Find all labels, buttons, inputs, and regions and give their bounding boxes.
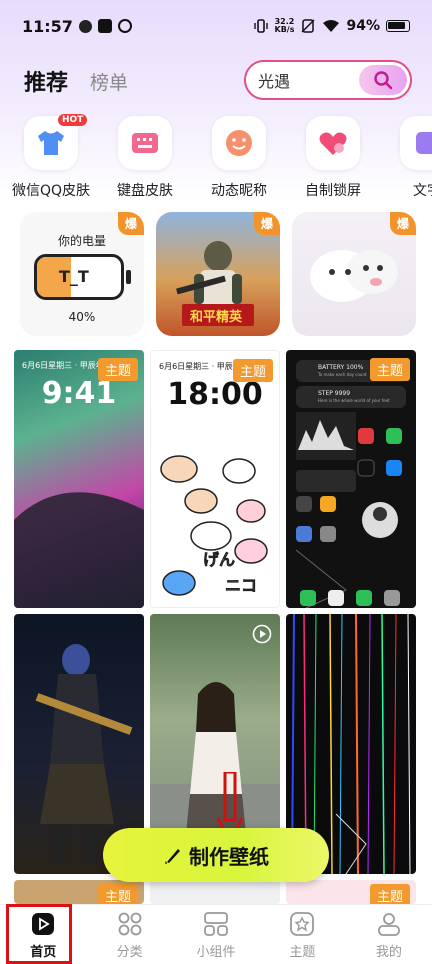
phone-home-screen-image	[295, 412, 402, 608]
wallpaper-partial-3[interactable]: 主题	[286, 880, 416, 904]
category-keyboard-skin[interactable]: 键盘皮肤	[98, 112, 192, 204]
battery-icon	[386, 20, 410, 32]
make-wallpaper-button[interactable]: 制作壁纸	[103, 828, 329, 882]
category-label: 动态昵称	[211, 183, 267, 199]
electricity-battery: T_T	[34, 254, 124, 300]
heart-lock-icon	[306, 116, 360, 170]
category-row: HOT 微信QQ皮肤 键盘皮肤 动态昵称 自制锁屏 文字	[0, 112, 432, 204]
game-title-text: 和平精英	[190, 310, 243, 325]
search-box[interactable]: 光遇	[244, 60, 412, 100]
header: 推荐 榜单 光遇	[0, 58, 432, 104]
theme-badge: 主题	[369, 358, 410, 381]
nav-category[interactable]: 分类	[86, 905, 172, 964]
electricity-face: T_T	[59, 267, 89, 286]
wallpaper-ios-lock[interactable]: 6月6日星期三 · 甲辰年 9:41 主题	[14, 350, 144, 608]
nav-label: 首页	[30, 945, 57, 960]
keyboard-icon	[118, 116, 172, 170]
play-icon	[32, 913, 55, 935]
text-icon	[400, 116, 432, 170]
search-input[interactable]: 光遇	[258, 68, 290, 92]
widget-row: 爆 你的电量 T_T 40% 爆 和平精英 爆	[20, 212, 416, 336]
status-time: 11:57	[22, 16, 73, 36]
wallpaper-crayon-shin[interactable]: 6月6日星期三 · 甲辰年七月 18:00 げん ニコ 主题	[150, 350, 280, 608]
nav-mine[interactable]: 我的	[346, 905, 432, 964]
tab-recommend[interactable]: 推荐	[24, 65, 68, 97]
theme-badge: 主题	[97, 884, 138, 904]
category-dynamic-nickname[interactable]: 动态昵称	[192, 112, 286, 204]
widget-icon	[204, 912, 228, 936]
category-custom-lockscreen[interactable]: 自制锁屏	[286, 112, 380, 204]
app-notify-icon	[117, 19, 132, 33]
theme-badge: 主题	[369, 884, 410, 904]
category-wechat-qq-skin[interactable]: HOT 微信QQ皮肤	[4, 112, 98, 204]
electricity-title: 你的电量	[57, 234, 106, 248]
nav-theme[interactable]: 主题	[259, 905, 345, 964]
star-icon	[290, 912, 315, 936]
category-label: 微信QQ皮肤	[11, 183, 91, 199]
wechat-bubbles-image	[310, 250, 398, 302]
net-speed: 32.2 KB/s	[274, 17, 295, 34]
electricity-widget-card[interactable]: 爆 你的电量 T_T 40%	[20, 212, 144, 336]
bottom-nav: 首页 分类 小组件 主题 我的	[0, 904, 432, 964]
wallpaper-partial-2[interactable]	[150, 880, 280, 904]
category-label: 键盘皮肤	[117, 183, 173, 199]
smiley-icon	[212, 116, 266, 170]
wallpaper-partial-1[interactable]: 主题	[14, 880, 144, 904]
grid-icon	[118, 912, 142, 936]
category-text[interactable]: 文字	[380, 112, 432, 204]
electricity-percent: 40%	[68, 310, 96, 324]
nav-widgets[interactable]: 小组件	[173, 905, 259, 964]
make-wallpaper-label: 制作壁纸	[189, 844, 269, 869]
battery-percent: 94%	[346, 18, 380, 34]
hot-badge: HOT	[58, 114, 88, 126]
wallpaper-dark-widgets[interactable]: BATTERY 100% To make each day count STEP…	[286, 350, 416, 608]
tiktok-icon	[97, 19, 112, 33]
game-widget-card[interactable]: 爆 和平精英	[156, 212, 280, 336]
notification-icon	[78, 19, 92, 33]
status-bar: 11:57 32.2 KB/s 94%	[0, 0, 432, 52]
wechat-3d-widget-card[interactable]: 爆	[292, 212, 416, 336]
abstract-shape-image	[14, 492, 144, 608]
nav-label: 主题	[289, 945, 316, 960]
search-button[interactable]	[359, 65, 407, 95]
svg-text:げん: げん	[203, 550, 235, 569]
wifi-icon	[323, 20, 340, 32]
nav-label: 小组件	[196, 945, 236, 960]
category-label: 文字	[413, 183, 432, 199]
video-play-icon	[252, 624, 272, 644]
category-label: 自制锁屏	[305, 183, 361, 199]
user-icon	[377, 913, 400, 936]
nav-label: 我的	[375, 945, 402, 960]
no-sim-icon	[301, 19, 316, 33]
svg-text:ニコ: ニコ	[225, 576, 257, 595]
theme-badge: 主题	[97, 358, 138, 381]
brush-icon	[165, 849, 180, 864]
nav-label: 分类	[116, 945, 143, 960]
theme-badge: 主题	[232, 359, 273, 382]
nav-home[interactable]: 首页	[0, 905, 86, 964]
cartoon-stickers-image: げん ニコ	[160, 455, 268, 596]
vibrate-icon	[253, 19, 268, 33]
tab-ranking[interactable]: 榜单	[90, 68, 128, 95]
search-icon	[374, 71, 393, 90]
